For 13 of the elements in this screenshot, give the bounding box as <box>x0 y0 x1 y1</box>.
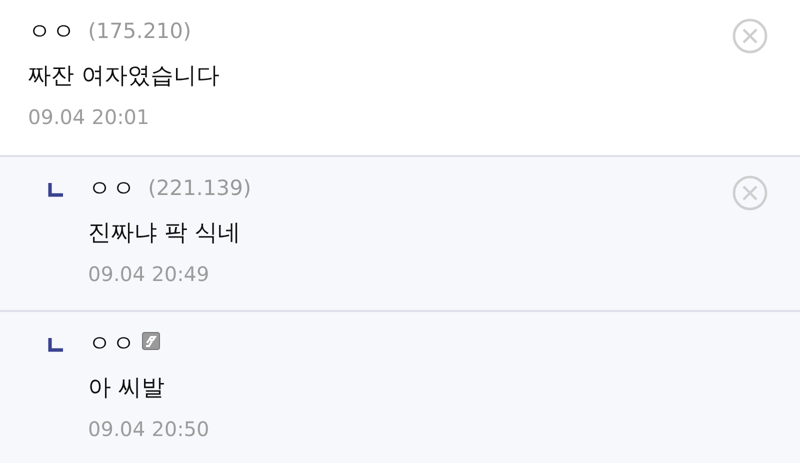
comment-text: 아 씨발 <box>88 374 166 403</box>
comment-time: 09.04 20:01 <box>28 104 150 131</box>
ip-address: (175.210) <box>88 18 192 46</box>
delete-button[interactable] <box>732 175 768 211</box>
author-name: ㅇㅇ <box>88 330 136 359</box>
comment-time: 09.04 20:49 <box>88 261 210 288</box>
ip-address: (221.139) <box>148 175 252 202</box>
comment-text: 짜잔 여자였습니다 <box>28 62 220 91</box>
author-name: ㅇㅇ <box>88 174 136 204</box>
comment-text: 진짜냐 팍 식네 <box>88 219 242 248</box>
comment-time: 09.04 20:50 <box>88 416 210 443</box>
author-name: ㅇㅇ <box>28 18 76 47</box>
delete-button[interactable] <box>732 18 768 54</box>
